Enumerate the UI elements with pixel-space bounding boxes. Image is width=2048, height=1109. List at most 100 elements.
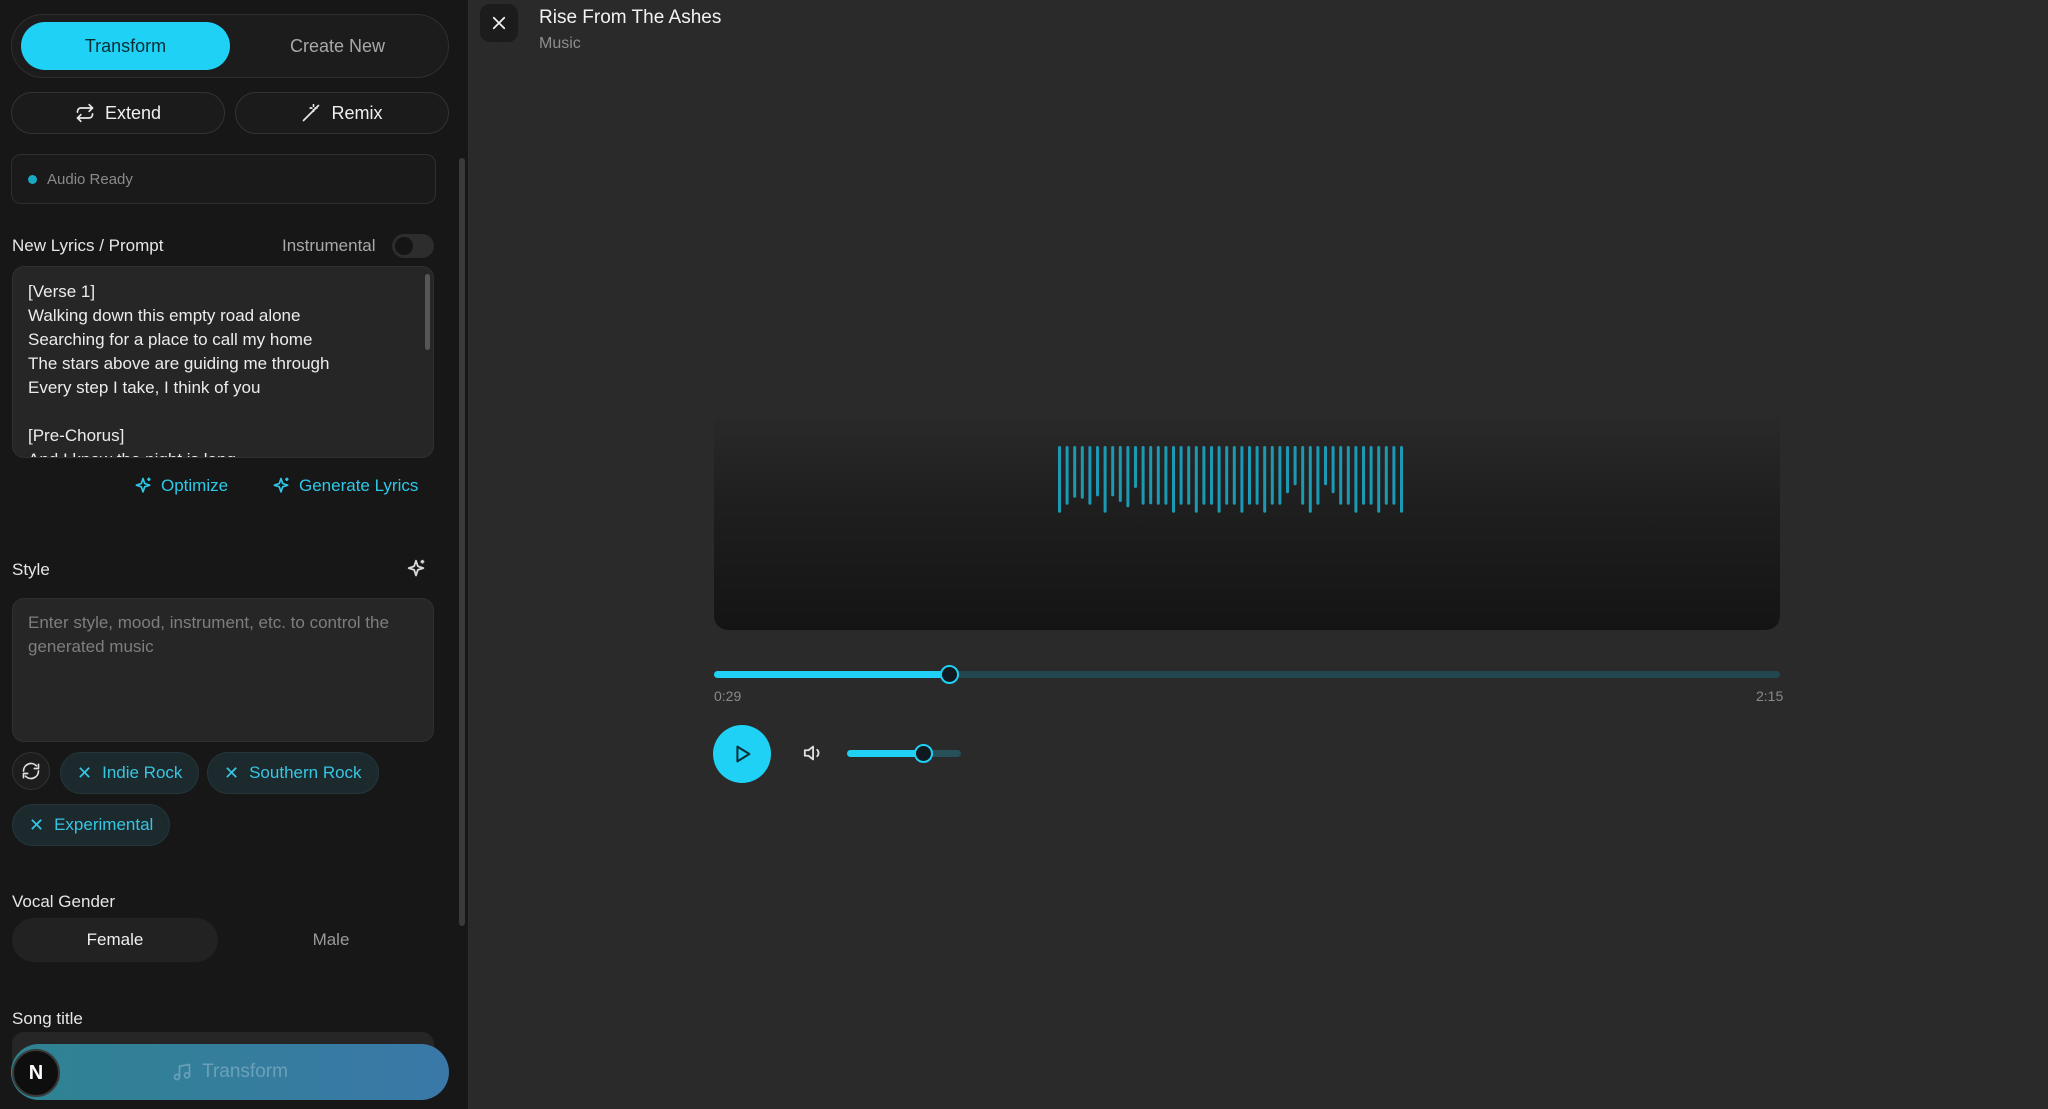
- volume-slider[interactable]: [847, 744, 961, 763]
- waveform-bar: [1324, 446, 1327, 486]
- waveform-bar: [1240, 446, 1244, 513]
- refresh-icon: [22, 762, 40, 780]
- track-subtitle: Music: [539, 35, 581, 52]
- waveform-panel[interactable]: [714, 410, 1780, 630]
- waveform-bar: [1058, 446, 1061, 513]
- waveform-bar: [1080, 446, 1084, 499]
- sidebar: Transform Create New Extend Remix Audio …: [0, 0, 469, 1109]
- style-tag[interactable]: ✕ Southern Rock: [207, 752, 379, 794]
- waveform-bar: [1103, 446, 1107, 513]
- close-icon[interactable]: ✕: [77, 764, 92, 782]
- progress-handle[interactable]: [939, 665, 959, 684]
- style-tag[interactable]: ✕ Indie Rock: [60, 752, 200, 794]
- remix-label: Remix: [331, 102, 383, 123]
- waveform-bar: [1301, 446, 1305, 505]
- waveform-bar: [1172, 446, 1175, 513]
- waveform-bar: [1308, 446, 1312, 513]
- lyrics-label: New Lyrics / Prompt: [12, 236, 164, 255]
- style-tag-label: Experimental: [54, 815, 154, 834]
- waveform-bar: [1248, 446, 1251, 505]
- sidebar-scrollbar[interactable]: [459, 158, 465, 926]
- sparkle-icon: [135, 477, 151, 493]
- remix-button[interactable]: Remix: [235, 92, 449, 134]
- style-label: Style: [12, 560, 50, 579]
- waveform-bar: [1255, 446, 1259, 505]
- sparkle-icon[interactable]: [405, 558, 427, 580]
- instrumental-label: Instrumental: [282, 236, 376, 255]
- style-tag-label: Southern Rock: [249, 763, 362, 782]
- waveform-bar: [1073, 446, 1077, 498]
- waveform-bar: [1293, 446, 1297, 486]
- progress-bar[interactable]: [714, 665, 1780, 684]
- volume-handle[interactable]: [914, 744, 934, 763]
- waveform-bar: [1278, 446, 1282, 505]
- waveform-bar: [1400, 446, 1403, 513]
- avatar[interactable]: N: [12, 1049, 60, 1097]
- waveform-bar: [1377, 446, 1381, 513]
- repeat-icon: [76, 103, 94, 123]
- waveform-bar: [1118, 446, 1122, 502]
- close-icon: [492, 16, 506, 30]
- waveform-bar: [1232, 446, 1236, 505]
- waveform-bar: [1362, 446, 1365, 505]
- magic-wand-icon: [303, 103, 320, 122]
- app-window: Transform Create New Extend Remix Audio …: [0, 0, 2048, 1109]
- waveform-bar: [1179, 446, 1183, 505]
- waveform-bar: [1096, 446, 1099, 497]
- generate-lyrics-label: Generate Lyrics: [299, 476, 419, 495]
- tab-create-new[interactable]: Create New: [233, 22, 442, 70]
- waveform-bar: [1316, 446, 1320, 505]
- lyrics-textarea[interactable]: [Verse 1] Walking down this empty road a…: [12, 266, 434, 458]
- waveform-bar: [1141, 446, 1145, 505]
- mode-toggle: Transform Create New: [11, 14, 449, 78]
- waveform-bar: [1339, 446, 1343, 505]
- tab-transform[interactable]: Transform: [21, 22, 230, 70]
- refresh-tags-button[interactable]: [12, 752, 50, 790]
- waveform: [1058, 446, 1403, 513]
- waveform-bar: [1270, 446, 1274, 505]
- waveform-bar: [1346, 446, 1350, 505]
- waveform-bar: [1263, 446, 1267, 513]
- instrumental-toggle[interactable]: [392, 234, 434, 258]
- track-title: Rise From The Ashes: [539, 7, 722, 28]
- lyrics-scrollbar[interactable]: [425, 274, 430, 350]
- waveform-bar: [1217, 446, 1221, 513]
- volume-icon[interactable]: [803, 742, 825, 764]
- close-icon[interactable]: ✕: [224, 764, 239, 782]
- waveform-bar: [1202, 446, 1206, 505]
- transform-label: Transform: [202, 1061, 288, 1082]
- waveform-bar: [1065, 446, 1069, 505]
- generate-lyrics-button[interactable]: Generate Lyrics: [271, 476, 418, 496]
- transform-button[interactable]: Transform: [11, 1044, 449, 1100]
- vocal-gender-label: Vocal Gender: [12, 892, 116, 911]
- vocal-male-button[interactable]: Male: [228, 918, 434, 962]
- close-icon[interactable]: ✕: [29, 816, 44, 834]
- extend-button[interactable]: Extend: [11, 92, 225, 134]
- waveform-bar: [1134, 446, 1137, 488]
- waveform-bar: [1111, 446, 1115, 497]
- style-input[interactable]: Enter style, mood, instrument, etc. to c…: [12, 598, 434, 742]
- play-icon: [736, 745, 751, 763]
- waveform-bar: [1331, 446, 1335, 494]
- waveform-bar: [1225, 446, 1229, 505]
- waveform-bar: [1194, 446, 1198, 513]
- audio-status-box: Audio Ready: [11, 154, 436, 204]
- song-title-label: Song title: [12, 1009, 83, 1028]
- status-dot: [28, 174, 37, 184]
- waveform-bar: [1126, 446, 1130, 508]
- status-text: Audio Ready: [47, 170, 133, 188]
- waveform-bar: [1354, 446, 1358, 513]
- waveform-bar: [1210, 446, 1213, 505]
- close-button[interactable]: [480, 4, 518, 42]
- vocal-female-button[interactable]: Female: [12, 918, 218, 962]
- waveform-bar: [1164, 446, 1168, 505]
- optimize-label: Optimize: [161, 476, 229, 495]
- extend-label: Extend: [104, 102, 162, 123]
- waveform-bar: [1384, 446, 1388, 505]
- waveform-bar: [1392, 446, 1396, 505]
- play-button[interactable]: [713, 725, 771, 783]
- optimize-button[interactable]: Optimize: [133, 476, 228, 496]
- style-tag[interactable]: ✕ Experimental: [12, 804, 171, 846]
- music-note-icon: [173, 1063, 191, 1081]
- volume-fill: [847, 750, 924, 757]
